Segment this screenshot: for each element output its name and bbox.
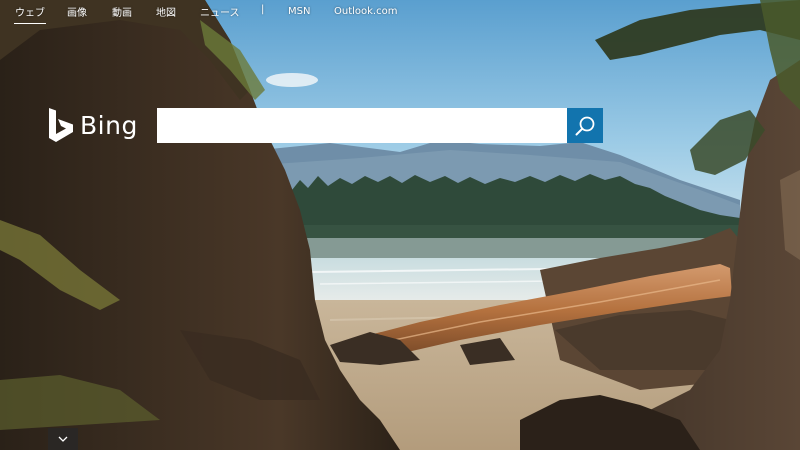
- scroll-down-button[interactable]: [48, 428, 78, 450]
- nav-videos[interactable]: 動画: [111, 4, 133, 19]
- search-button[interactable]: [567, 108, 603, 143]
- nav-msn[interactable]: MSN: [287, 6, 311, 17]
- nav-images[interactable]: 画像: [66, 4, 88, 19]
- bing-logo-icon: [49, 107, 73, 142]
- nav-web[interactable]: ウェブ: [14, 4, 46, 24]
- nav-separator: |: [261, 4, 265, 15]
- brand-name: Bing: [80, 111, 138, 140]
- nav-outlook[interactable]: Outlook.com: [333, 6, 398, 17]
- nav-maps[interactable]: 地図: [155, 4, 177, 19]
- bing-homepage: ウェブ 画像 動画 地図 ニュース | MSN Outlook.com Bing: [0, 0, 800, 450]
- search-input[interactable]: [157, 108, 567, 143]
- bing-logo[interactable]: Bing: [47, 107, 138, 144]
- chevron-down-icon: [58, 436, 68, 442]
- nav-news[interactable]: ニュース: [199, 4, 241, 19]
- background-image: [0, 0, 800, 450]
- search-icon: [575, 116, 595, 135]
